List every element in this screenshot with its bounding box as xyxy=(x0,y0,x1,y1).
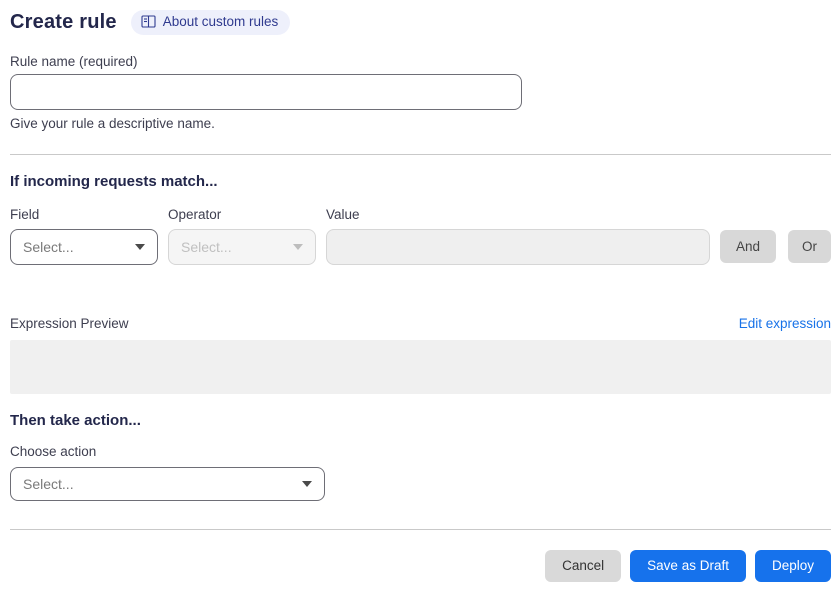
page-title: Create rule xyxy=(10,10,117,33)
rule-name-label: Rule name (required) xyxy=(10,53,138,69)
value-input[interactable] xyxy=(326,228,710,265)
field-select[interactable]: Select... xyxy=(10,228,158,265)
operator-label: Operator xyxy=(168,206,222,222)
operator-select[interactable]: Select... xyxy=(168,228,316,265)
match-controls-row: Select... Select... And Or xyxy=(10,228,831,265)
save-as-draft-button[interactable]: Save as Draft xyxy=(630,549,746,582)
and-button[interactable]: And xyxy=(719,230,776,263)
value-label: Value xyxy=(326,206,360,222)
chevron-down-icon xyxy=(293,243,303,250)
expression-preview-row: Expression Preview Edit expression xyxy=(10,316,831,331)
section-divider-top xyxy=(10,153,831,155)
field-label: Field xyxy=(10,206,40,222)
choose-action-select-value: Select... xyxy=(23,475,74,492)
rule-name-input[interactable] xyxy=(10,73,522,110)
or-button[interactable]: Or xyxy=(788,230,831,263)
edit-expression-link[interactable]: Edit expression xyxy=(739,316,831,331)
match-labels-row: Field Operator Value xyxy=(10,207,831,222)
about-badge-label: About custom rules xyxy=(162,14,279,29)
footer-divider xyxy=(10,528,831,530)
rule-name-helper: Give your rule a descriptive name. xyxy=(10,115,215,131)
cancel-button[interactable]: Cancel xyxy=(545,549,622,582)
rule-name-group: Rule name (required) Give your rule a de… xyxy=(10,54,831,131)
expression-preview-box xyxy=(10,339,831,394)
match-section-heading: If incoming requests match... xyxy=(10,172,218,190)
action-section-heading: Then take action... xyxy=(10,411,141,429)
page-header: Create rule About custom rules xyxy=(10,10,831,35)
about-custom-rules-badge[interactable]: About custom rules xyxy=(130,10,291,35)
footer-actions: Cancel Save as Draft Deploy xyxy=(10,549,831,582)
book-icon xyxy=(141,15,156,28)
expression-preview-label: Expression Preview xyxy=(10,315,129,331)
choose-action-label: Choose action xyxy=(10,443,97,459)
choose-action-select[interactable]: Select... xyxy=(10,466,325,501)
create-rule-page: Create rule About custom rules Rule name… xyxy=(0,0,839,597)
operator-select-value: Select... xyxy=(181,238,232,255)
field-select-value: Select... xyxy=(23,238,74,255)
chevron-down-icon xyxy=(302,480,312,487)
chevron-down-icon xyxy=(135,243,145,250)
deploy-button[interactable]: Deploy xyxy=(754,549,831,582)
